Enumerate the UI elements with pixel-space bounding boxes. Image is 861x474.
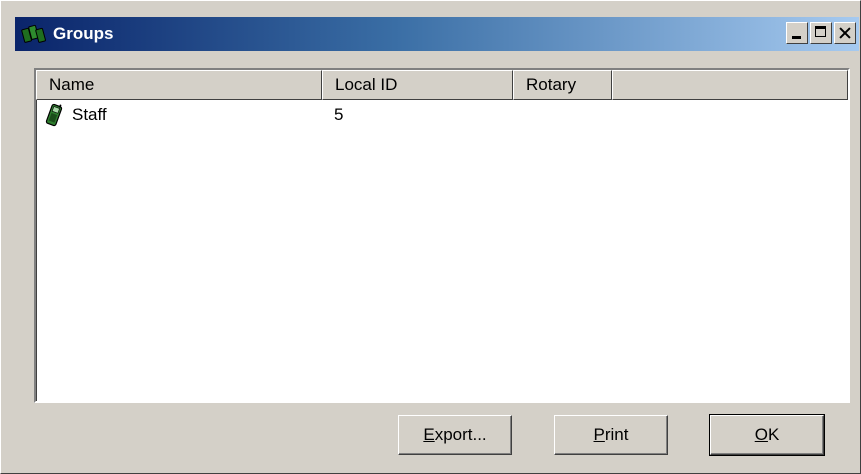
column-header-filler xyxy=(612,70,848,100)
group-name: Staff xyxy=(72,105,107,124)
column-header-name[interactable]: Name xyxy=(36,70,322,100)
groups-list[interactable]: Name Local ID Rotary Staff 5 xyxy=(34,68,850,403)
export-label: xport... xyxy=(434,425,487,444)
minimize-button[interactable] xyxy=(786,22,808,44)
cell-local-id: 5 xyxy=(334,105,344,124)
close-button[interactable] xyxy=(834,22,856,44)
ok-accel: O xyxy=(754,425,768,444)
list-row[interactable]: Staff 5 xyxy=(36,100,848,130)
groups-window: Groups Name Local ID Rotary Staff 5 E xp… xyxy=(0,0,861,474)
title-bar[interactable]: Groups xyxy=(15,17,859,51)
ok-button[interactable]: OK xyxy=(709,414,825,456)
maximize-button[interactable] xyxy=(810,22,832,44)
cell-name: Staff xyxy=(36,103,322,127)
title-buttons xyxy=(784,22,856,44)
print-button[interactable]: Print xyxy=(554,415,668,455)
print-accel: P xyxy=(593,425,605,444)
phone-group-icon xyxy=(21,22,49,46)
ok-label: K xyxy=(767,425,780,444)
print-label: rint xyxy=(604,425,629,444)
window-title: Groups xyxy=(53,24,114,43)
export-accel: E xyxy=(423,425,435,444)
phone-icon xyxy=(42,103,66,127)
column-header-local-id[interactable]: Local ID xyxy=(322,70,513,100)
export-button[interactable]: Export... xyxy=(398,415,512,455)
list-header: Name Local ID Rotary xyxy=(36,70,848,100)
column-header-rotary[interactable]: Rotary xyxy=(513,70,612,100)
